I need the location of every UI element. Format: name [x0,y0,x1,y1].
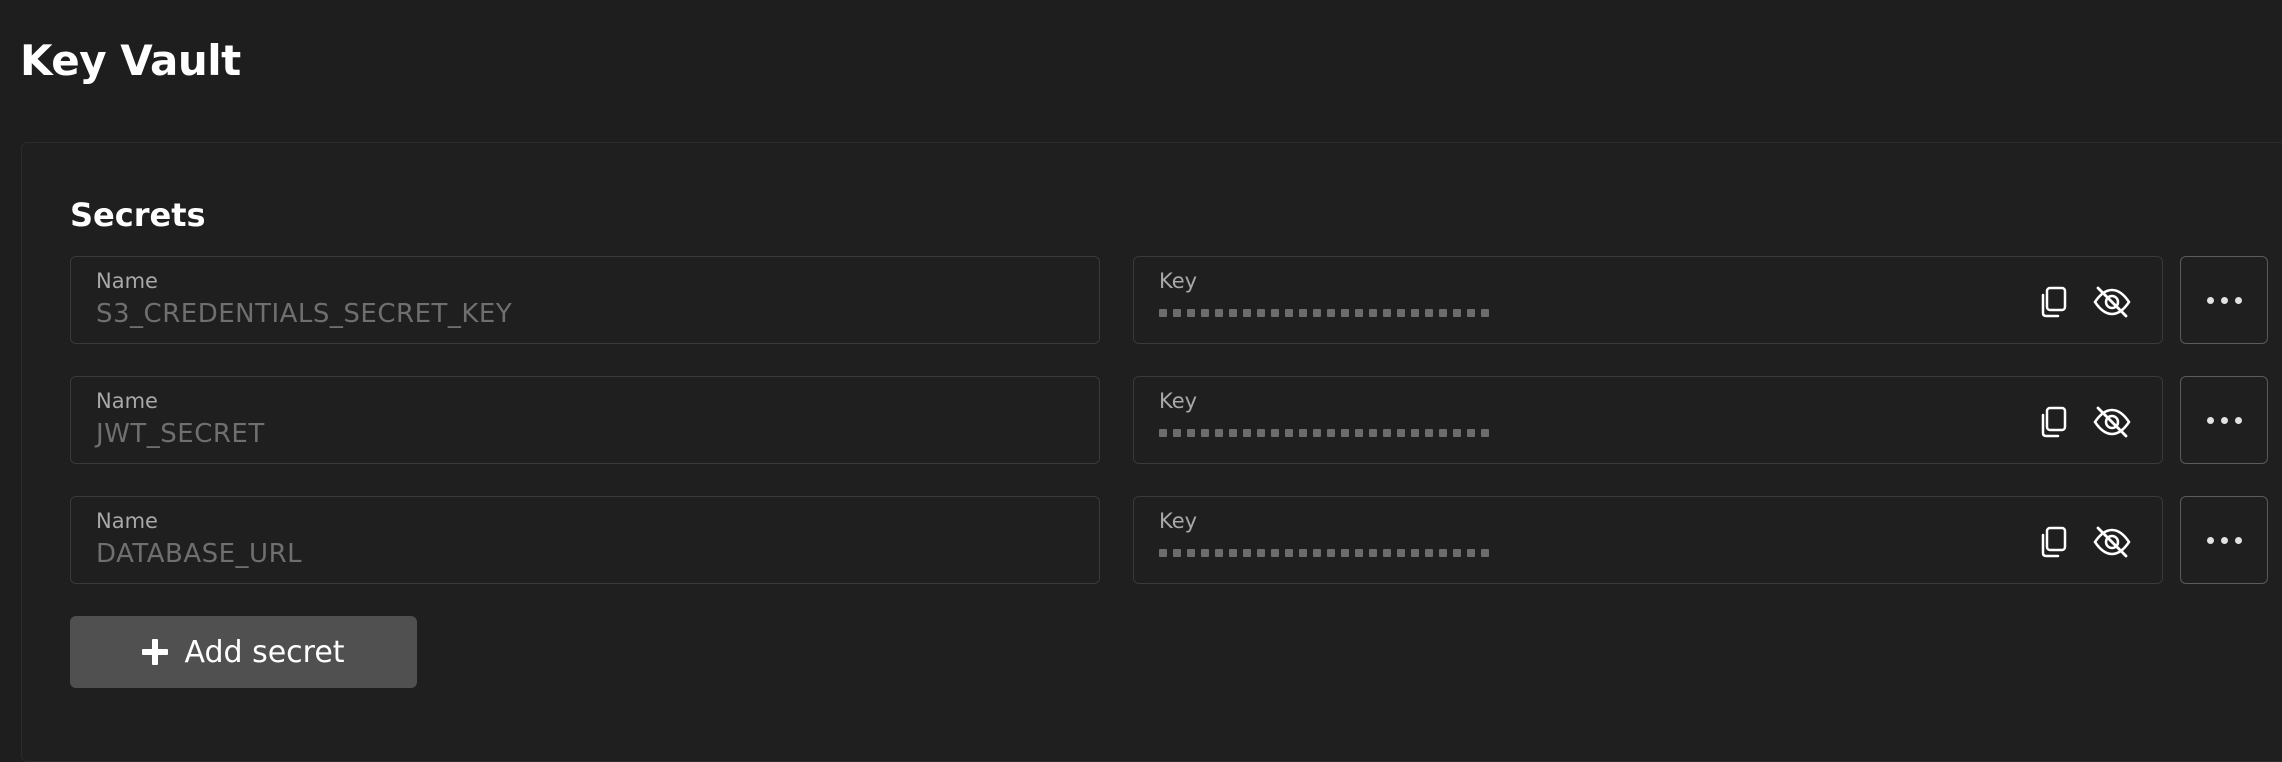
secret-name-value: DATABASE_URL [96,539,303,569]
copy-icon[interactable] [2038,525,2068,559]
secret-key-field[interactable]: Key [1133,496,2163,584]
secret-key-label: Key [1159,269,1198,293]
copy-icon[interactable] [2038,405,2068,439]
add-secret-button[interactable]: Add secret [70,616,417,688]
more-horizontal-icon [2206,536,2214,544]
secret-name-label: Name [96,509,158,533]
secret-name-field[interactable]: Name S3_CREDENTIALS_SECRET_KEY [70,256,1100,344]
secret-name-field[interactable]: Name DATABASE_URL [70,496,1100,584]
masked-key-value [1159,307,1509,319]
plus-icon [142,639,169,665]
secret-row: Name JWT_SECRET Key [70,376,2270,464]
secret-key-field[interactable]: Key [1133,376,2163,464]
secret-options-button[interactable] [2180,376,2268,464]
masked-key-value [1159,547,1509,559]
secret-name-value: S3_CREDENTIALS_SECRET_KEY [96,299,513,329]
secret-row: Name DATABASE_URL Key [70,496,2270,584]
secret-key-label: Key [1159,389,1198,413]
secret-key-field[interactable]: Key [1133,256,2163,344]
eye-off-icon[interactable] [2092,405,2132,439]
page-title: Key Vault [20,36,241,85]
secret-options-button[interactable] [2180,496,2268,584]
eye-off-icon[interactable] [2092,525,2132,559]
copy-icon[interactable] [2038,285,2068,319]
secret-options-button[interactable] [2180,256,2268,344]
secret-name-label: Name [96,269,158,293]
secret-name-label: Name [96,389,158,413]
eye-off-icon[interactable] [2092,285,2132,319]
secret-row: Name S3_CREDENTIALS_SECRET_KEY Key [70,256,2270,344]
secret-name-value: JWT_SECRET [96,419,265,449]
secrets-heading: Secrets [70,196,206,234]
add-secret-label: Add secret [184,634,345,670]
secret-name-field[interactable]: Name JWT_SECRET [70,376,1100,464]
secret-key-label: Key [1159,509,1198,533]
more-horizontal-icon [2206,416,2214,424]
masked-key-value [1159,427,1509,439]
more-horizontal-icon [2206,296,2214,304]
